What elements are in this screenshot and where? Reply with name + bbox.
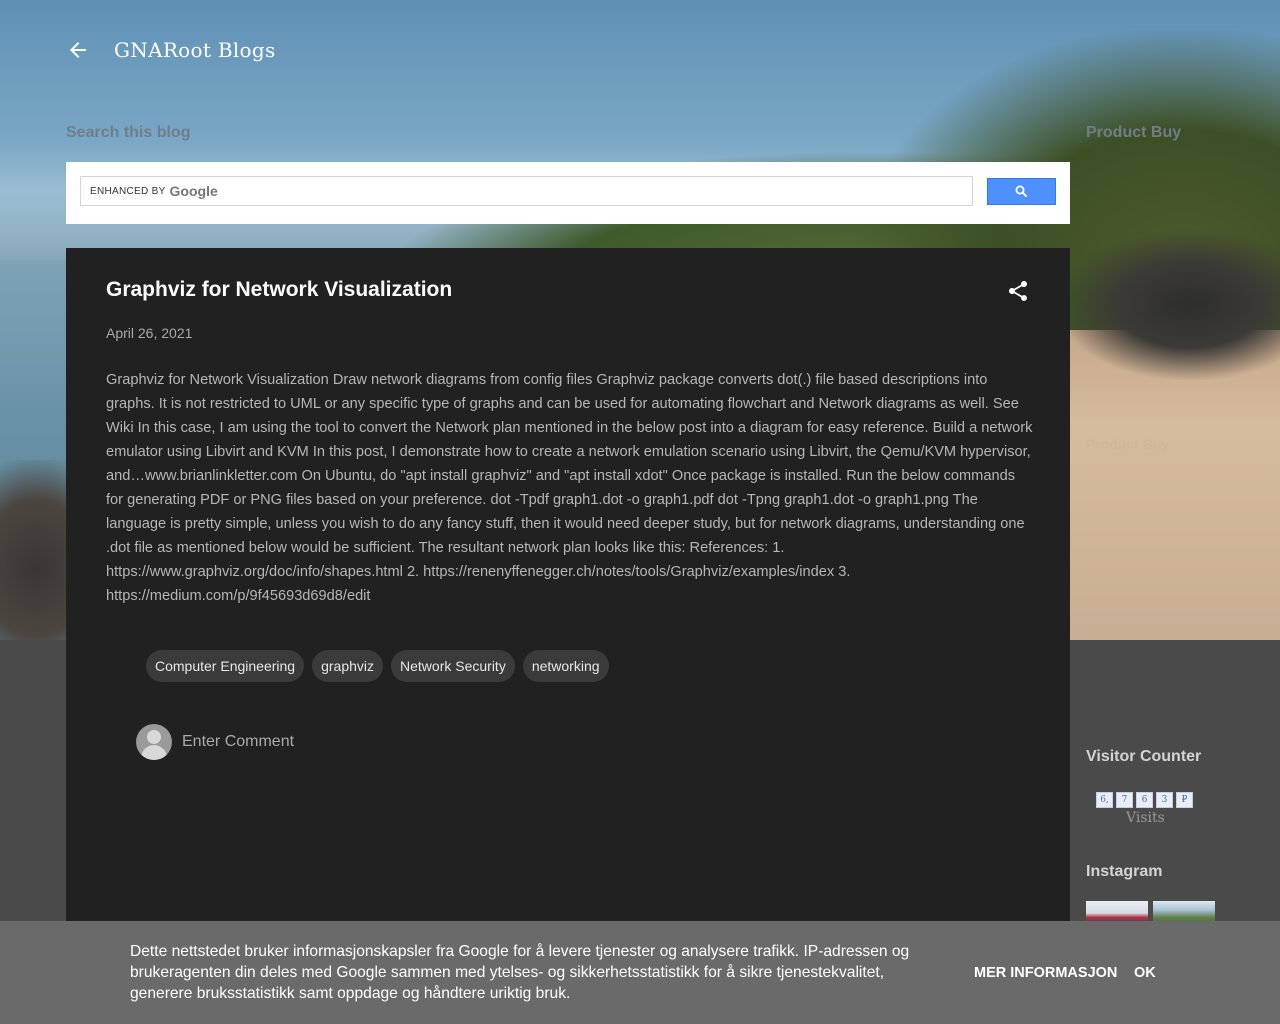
share-icon[interactable] <box>1006 279 1030 303</box>
label-chip[interactable]: Computer Engineering <box>146 650 305 682</box>
blog-header: GNARoot Blogs <box>66 30 276 70</box>
counter-digit: 3 <box>1156 792 1173 808</box>
blog-title[interactable]: GNARoot Blogs <box>114 38 276 62</box>
product-buy-faint-label: Product Buy <box>1086 436 1170 452</box>
search-section-label: Search this blog <box>66 124 191 141</box>
product-buy-heading: Product Buy <box>1086 124 1182 141</box>
counter-digit[interactable]: ₽ <box>1176 792 1193 808</box>
counter-digit: 6, <box>1096 792 1113 808</box>
cookie-notice-text: Dette nettstedet bruker informasjonskaps… <box>130 943 910 1002</box>
counter-digit: 7 <box>1116 792 1133 808</box>
post-title[interactable]: Graphviz for Network Visualization <box>106 278 452 302</box>
avatar <box>136 724 172 760</box>
cookie-consent-bar: Dette nettstedet bruker informasjonskaps… <box>0 921 1280 1024</box>
instagram-heading: Instagram <box>1086 863 1163 880</box>
back-arrow-icon[interactable] <box>66 38 90 62</box>
post-date[interactable]: April 26, 2021 <box>106 325 192 341</box>
comment-row: Enter Comment <box>136 724 294 760</box>
label-chip[interactable]: Network Security <box>391 650 515 682</box>
visitor-counter-heading: Visitor Counter <box>1086 748 1202 765</box>
search-icon <box>1015 185 1028 198</box>
blog-post: Graphviz for Network Visualization April… <box>66 248 1070 1024</box>
search-button[interactable] <box>987 178 1056 205</box>
label-chip[interactable]: graphviz <box>312 650 384 682</box>
visits-label: Visits <box>1126 810 1165 826</box>
enter-comment-field[interactable]: Enter Comment <box>182 733 294 751</box>
search-input[interactable]: ENHANCED BY Google <box>80 176 973 206</box>
more-information-button[interactable]: MER INFORMASJON <box>974 965 1117 981</box>
post-snippet: Graphviz for Network Visualization Draw … <box>106 372 1033 604</box>
google-logo: Google <box>169 183 218 199</box>
counter-digit: 6 <box>1136 792 1153 808</box>
post-labels: Computer Engineering graphviz Network Se… <box>146 650 609 682</box>
enhanced-by-label: ENHANCED BY <box>90 185 166 197</box>
visitor-counter: 6, 7 6 3 ₽ <box>1096 792 1193 808</box>
ok-button[interactable]: OK <box>1134 965 1156 981</box>
label-chip[interactable]: networking <box>522 650 609 682</box>
search-widget: ENHANCED BY Google <box>66 162 1070 224</box>
